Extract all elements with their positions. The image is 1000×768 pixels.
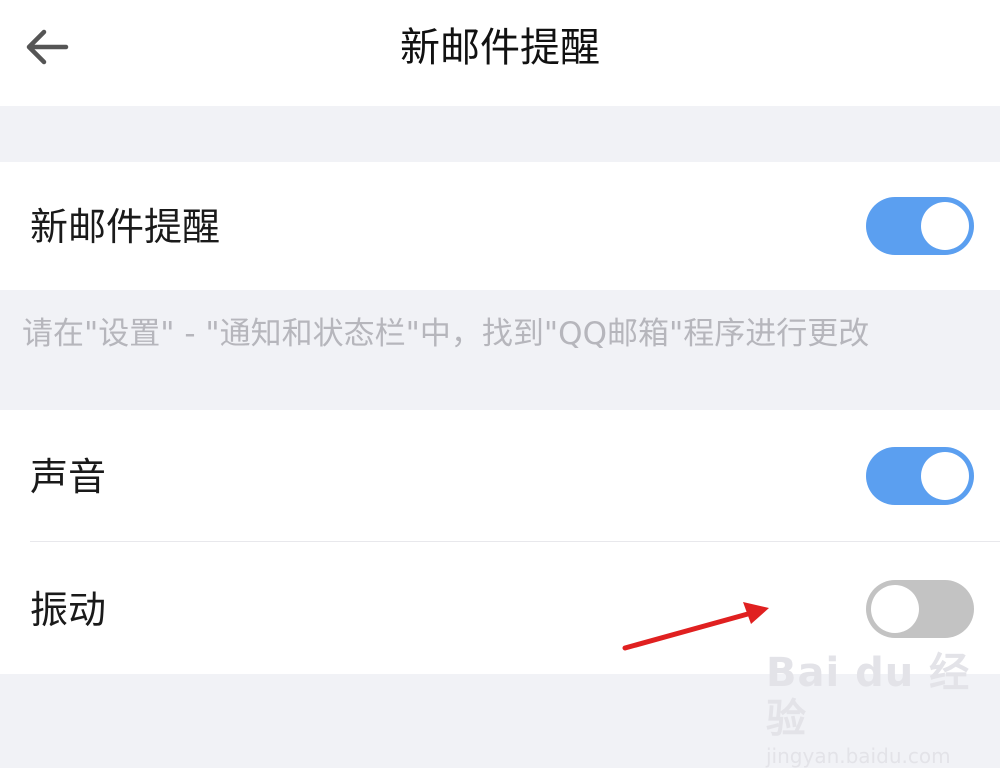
sound-label: 声音 (30, 455, 107, 499)
settings-group (0, 410, 1000, 674)
toggle-knob (921, 452, 969, 500)
watermark: Bai du 经验 jingyan.baidu.com (766, 650, 1000, 768)
new-mail-toggle[interactable] (866, 197, 974, 255)
vibration-label: 振动 (30, 588, 107, 632)
sound-toggle[interactable] (866, 447, 974, 505)
notification-hint: 请在"设置" - "通知和状态栏"中，找到"QQ邮箱"程序进行更改 (22, 316, 870, 352)
header-bar: 新邮件提醒 (0, 0, 1000, 106)
watermark-url: jingyan.baidu.com (766, 744, 951, 768)
toggle-knob (921, 202, 969, 250)
row-divider (30, 541, 1000, 542)
watermark-brand: Bai du 经验 (766, 650, 971, 742)
new-mail-label: 新邮件提醒 (30, 205, 221, 249)
page-title: 新邮件提醒 (400, 25, 600, 71)
annotation-arrow-icon (622, 602, 769, 651)
vibration-toggle[interactable] (866, 580, 974, 638)
setting-row-new-mail[interactable]: 新邮件提醒 (0, 162, 1000, 290)
toggle-knob (871, 585, 919, 633)
